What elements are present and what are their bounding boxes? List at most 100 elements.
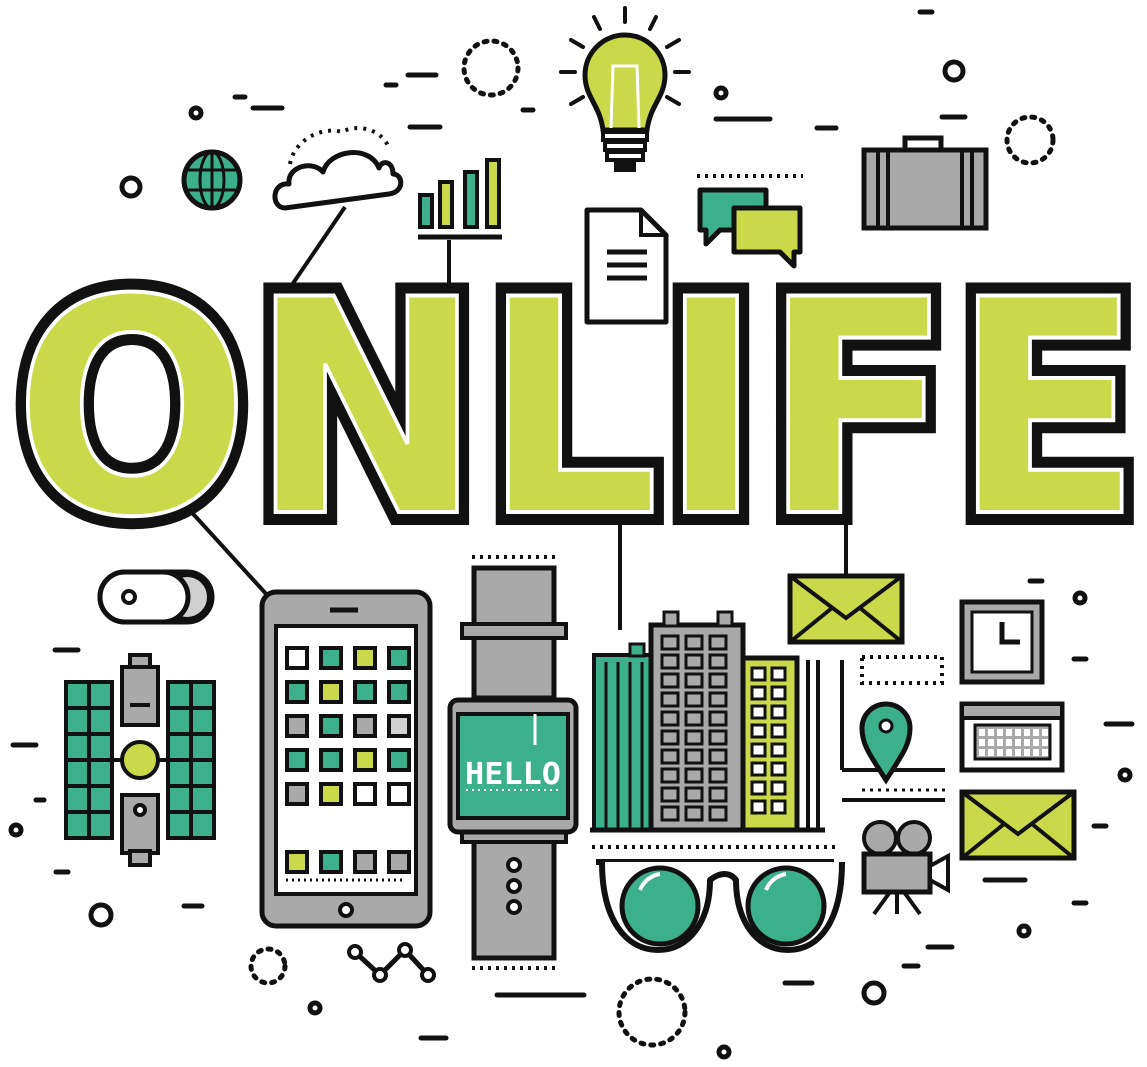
app-tile bbox=[285, 646, 309, 670]
headline-onlife: ONLIFE ONLIFE ONLIFE bbox=[1, 224, 1147, 596]
calendar-cell bbox=[997, 749, 1003, 756]
calendar-cell bbox=[1015, 749, 1021, 756]
building-window bbox=[770, 780, 787, 796]
app-tile bbox=[353, 714, 377, 738]
building-window bbox=[770, 666, 787, 682]
building-window bbox=[770, 761, 787, 777]
smartwatch-icon: HELLO bbox=[447, 555, 579, 970]
calendar-icon bbox=[959, 701, 1065, 773]
app-tile bbox=[285, 680, 309, 704]
building-window bbox=[708, 691, 728, 708]
building-window bbox=[708, 786, 728, 803]
building-window bbox=[660, 691, 680, 708]
building-window bbox=[660, 767, 680, 784]
building-window bbox=[660, 729, 680, 746]
app-tile bbox=[387, 680, 411, 704]
light-bulb-icon bbox=[559, 6, 691, 172]
calendar-cell bbox=[1006, 749, 1012, 756]
envelope-icon-2 bbox=[959, 789, 1077, 861]
building-window bbox=[660, 634, 680, 651]
onlife-illustration: ONLIFE ONLIFE ONLIFE bbox=[1, 6, 1147, 1060]
app-tile bbox=[319, 680, 343, 704]
app-tile bbox=[319, 748, 343, 772]
calendar-cell bbox=[1042, 729, 1048, 736]
building-window bbox=[684, 786, 704, 803]
calendar-cell bbox=[1033, 749, 1039, 756]
calendar-cell bbox=[1015, 739, 1021, 746]
app-tile bbox=[387, 748, 411, 772]
calendar-cell bbox=[988, 749, 994, 756]
building-window bbox=[684, 653, 704, 670]
calendar-cell bbox=[988, 729, 994, 736]
building-window bbox=[708, 748, 728, 765]
building-window bbox=[684, 710, 704, 727]
satellite-icon bbox=[64, 653, 216, 867]
app-tile bbox=[353, 646, 377, 670]
building-window bbox=[660, 748, 680, 765]
app-tile bbox=[285, 714, 309, 738]
globe-icon bbox=[181, 149, 243, 211]
building-window bbox=[684, 691, 704, 708]
envelope-icon bbox=[787, 573, 905, 645]
calendar-cell bbox=[979, 729, 985, 736]
building-window bbox=[750, 780, 767, 796]
building-window bbox=[750, 742, 767, 758]
building-window bbox=[684, 729, 704, 746]
building-window bbox=[770, 685, 787, 701]
app-tile bbox=[387, 646, 411, 670]
app-tile bbox=[319, 714, 343, 738]
cloud-icon bbox=[272, 126, 404, 211]
building-window bbox=[684, 767, 704, 784]
toggle-switch-icon bbox=[97, 569, 215, 625]
calendar-cell bbox=[997, 739, 1003, 746]
building-window bbox=[660, 710, 680, 727]
app-tile bbox=[319, 646, 343, 670]
video-camera-icon bbox=[861, 820, 950, 916]
building-window bbox=[770, 742, 787, 758]
building-window bbox=[750, 666, 767, 682]
calendar-cell bbox=[1033, 739, 1039, 746]
calendar-cell bbox=[979, 739, 985, 746]
building-window bbox=[708, 710, 728, 727]
app-tile bbox=[387, 850, 411, 874]
building-window bbox=[770, 723, 787, 739]
app-tile bbox=[353, 782, 377, 806]
calendar-cell bbox=[1033, 729, 1039, 736]
building-window bbox=[660, 786, 680, 803]
watch-screen-text: HELLO bbox=[465, 757, 561, 792]
building-window bbox=[770, 704, 787, 720]
building-window bbox=[708, 767, 728, 784]
building-window bbox=[750, 723, 767, 739]
app-tile bbox=[285, 782, 309, 806]
tablet-icon bbox=[259, 589, 433, 929]
building-window bbox=[684, 748, 704, 765]
calendar-cell bbox=[1006, 739, 1012, 746]
app-tile bbox=[319, 782, 343, 806]
building-window bbox=[708, 672, 728, 689]
calendar-cell bbox=[1015, 729, 1021, 736]
app-tile bbox=[387, 782, 411, 806]
calendar-cell bbox=[979, 749, 985, 756]
clock-icon bbox=[959, 599, 1045, 685]
building-window bbox=[708, 805, 728, 822]
building-window bbox=[660, 805, 680, 822]
city-buildings-icon bbox=[590, 610, 825, 833]
building-window bbox=[684, 805, 704, 822]
building-window bbox=[750, 799, 767, 815]
building-window bbox=[750, 704, 767, 720]
building-window bbox=[770, 799, 787, 815]
app-tile bbox=[353, 850, 377, 874]
briefcase-icon bbox=[861, 135, 989, 231]
bar-chart-icon bbox=[418, 158, 502, 240]
building-window bbox=[750, 685, 767, 701]
app-tile bbox=[319, 850, 343, 874]
calendar-cell bbox=[1024, 729, 1030, 736]
building-window bbox=[708, 729, 728, 746]
app-tile bbox=[285, 850, 309, 874]
building-window bbox=[684, 672, 704, 689]
calendar-cell bbox=[997, 729, 1003, 736]
building-window bbox=[660, 653, 680, 670]
app-tile bbox=[285, 748, 309, 772]
building-window bbox=[750, 761, 767, 777]
building-window bbox=[708, 653, 728, 670]
